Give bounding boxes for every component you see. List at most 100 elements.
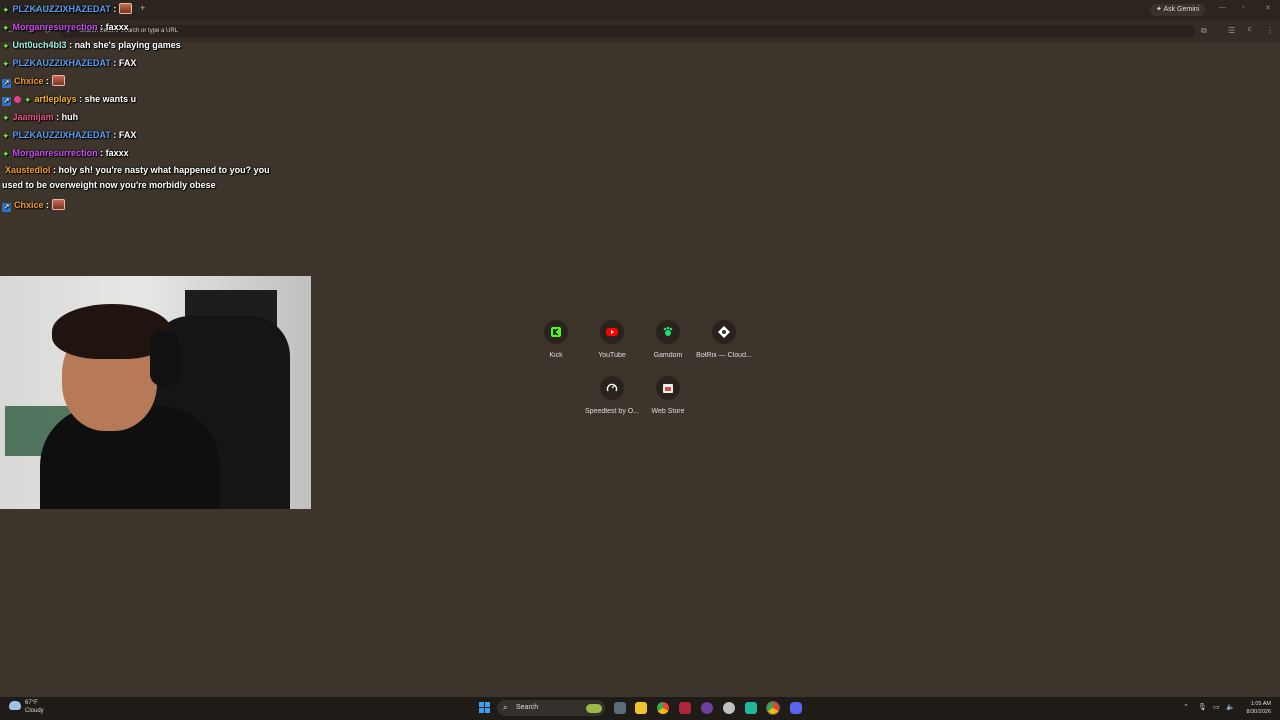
app-icon-green[interactable] (745, 702, 757, 714)
speedtest-icon (605, 381, 619, 395)
shortcut-web[interactable]: Web Store (633, 376, 703, 415)
chat-separator: : (43, 76, 52, 86)
chat-separator: : (97, 22, 106, 32)
taskbar-search-label[interactable]: Search (516, 704, 538, 711)
maximize-icon[interactable]: ▫ (1242, 4, 1244, 11)
boost-badge-icon: ↗ (2, 97, 11, 106)
chat-separator: : (76, 94, 85, 104)
minimize-icon[interactable]: — (1219, 4, 1226, 11)
chat-username[interactable]: PLZKAUZZIXHAZEDAT (13, 58, 111, 68)
chat-username[interactable]: Morganresurrection (13, 22, 98, 32)
chat-separator: : (110, 58, 119, 68)
close-icon[interactable]: ✕ (1265, 4, 1271, 12)
shortcut-circle (600, 376, 624, 400)
chat-message: ↗ ✦ artleplays : she wants u (2, 90, 282, 108)
chrome-icon[interactable] (657, 702, 669, 714)
chat-text: she wants u (84, 94, 137, 104)
search-icon: ⌕ (503, 703, 508, 712)
emote-icon (51, 199, 65, 210)
boost-badge-icon: ↗ (2, 79, 11, 88)
extensions-icon[interactable]: ⧉ (1201, 26, 1207, 36)
diamond-badge-icon: ✦ (2, 59, 10, 69)
clock-time: 1:05 AM (1250, 701, 1271, 707)
volume-icon[interactable]: 🔈 (1226, 703, 1235, 711)
chat-overlay: ✦ PLZKAUZZIXHAZEDAT : ✦ Morganresurrection… (2, 0, 282, 214)
diamond-badge-icon: ✦ (2, 23, 10, 33)
start-button[interactable] (479, 702, 491, 714)
weather-temp[interactable]: 67°F (25, 700, 38, 706)
file-explorer-icon[interactable] (635, 702, 647, 714)
cloud-icon[interactable] (9, 701, 21, 710)
emote-icon (51, 75, 65, 86)
shortcut-label: BotRix — Cloud... (696, 352, 752, 359)
chat-separator: : (53, 112, 62, 122)
kick-icon (549, 325, 563, 339)
system-clock[interactable]: 1:05 AM 8/30/2026 (1241, 700, 1271, 716)
diamond-badge-icon: ✦ (2, 41, 10, 51)
app-icon-target[interactable] (723, 702, 735, 714)
discord-icon[interactable] (790, 702, 802, 714)
gamdom-icon (661, 325, 675, 339)
profile-avatar[interactable]: c (1248, 26, 1252, 33)
chat-message: ✦ Unt0uch4bl3 : nah she's playing games (2, 36, 282, 54)
webstore-icon (661, 381, 675, 395)
youtube-icon (605, 325, 619, 339)
chat-message: ✦ PLZKAUZZIXHAZEDAT : FAX (2, 126, 282, 144)
diamond-badge-icon: ✦ (2, 131, 10, 141)
chat-text: huh (61, 112, 79, 122)
chat-message: Xaustedlol : holy sh! you're nasty what … (2, 162, 282, 196)
diamond-badge-icon: ✦ (2, 5, 10, 15)
chevron-up-icon[interactable]: ⌃ (1183, 703, 1189, 711)
chat-username[interactable]: artleplays (35, 94, 77, 104)
microphone-icon[interactable]: 🎙 (1198, 703, 1207, 711)
chrome-active-icon[interactable] (766, 701, 780, 715)
weather-desc[interactable]: Cloudy (25, 708, 44, 714)
chat-separator: : (97, 148, 106, 158)
chat-text: faxxx (105, 148, 129, 158)
chat-username[interactable]: PLZKAUZZIXHAZEDAT (13, 130, 111, 140)
shortcut-circle (656, 376, 680, 400)
desktop: New Tab + ✦ Ask Gemini — ▫ ✕ ← → ↻ ✔ Sea… (0, 0, 1280, 720)
chat-username[interactable]: PLZKAUZZIXHAZEDAT (13, 4, 111, 14)
ask-gemini-label: Ask Gemini (1163, 6, 1200, 13)
chat-message: ✦ PLZKAUZZIXHAZEDAT : FAX (2, 54, 282, 72)
chat-separator: : (110, 130, 119, 140)
chat-username[interactable]: Xaustedlol (5, 165, 51, 175)
chat-text: nah she's playing games (74, 40, 181, 50)
app-icon-red[interactable] (679, 702, 691, 714)
chat-text: FAX (118, 130, 137, 140)
gift-badge-icon (14, 96, 21, 103)
chat-message: ✦ Jaamijam : huh (2, 108, 282, 126)
chat-separator: : (50, 165, 59, 175)
shortcut-circle (600, 320, 624, 344)
network-icon[interactable]: ▭ (1213, 703, 1220, 711)
task-view-icon[interactable] (614, 702, 626, 714)
chat-separator: : (110, 4, 119, 14)
shortcut-label: Web Store (651, 408, 685, 415)
shortcut-botrix[interactable]: BotRix — Cloud... (689, 320, 759, 359)
boost-badge-icon: ↗ (2, 203, 11, 212)
diamond-badge-icon: ✦ (2, 149, 10, 159)
app-icon-purple[interactable] (701, 702, 713, 714)
chat-message: ✦ PLZKAUZZIXHAZEDAT : (2, 0, 282, 18)
chat-username[interactable]: Jaamijam (13, 112, 54, 122)
tab-search-icon[interactable]: ☰ (1228, 26, 1235, 35)
webcam-feed (0, 276, 311, 509)
diamond-badge-icon: ✦ (2, 113, 10, 123)
chat-text: faxxx (105, 22, 129, 32)
chat-message: ✦ Morganresurrection : faxxx (2, 144, 282, 162)
clock-date: 8/30/2026 (1246, 709, 1271, 715)
chat-message: ↗ Chxice : (2, 196, 282, 214)
chat-message: ✦ Morganresurrection : faxxx (2, 18, 282, 36)
chat-username[interactable]: Morganresurrection (13, 148, 98, 158)
chat-username[interactable]: Chxice (14, 76, 44, 86)
botrix-icon (717, 325, 731, 339)
menu-icon[interactable]: ⋮ (1266, 26, 1274, 35)
widget-icon[interactable] (586, 704, 602, 713)
ask-gemini-button[interactable]: ✦ Ask Gemini (1150, 4, 1206, 16)
shortcut-circle (712, 320, 736, 344)
chat-username[interactable]: Chxice (14, 200, 44, 210)
chat-text: FAX (118, 58, 137, 68)
shortcut-circle (656, 320, 680, 344)
chat-username[interactable]: Unt0uch4bl3 (13, 40, 67, 50)
